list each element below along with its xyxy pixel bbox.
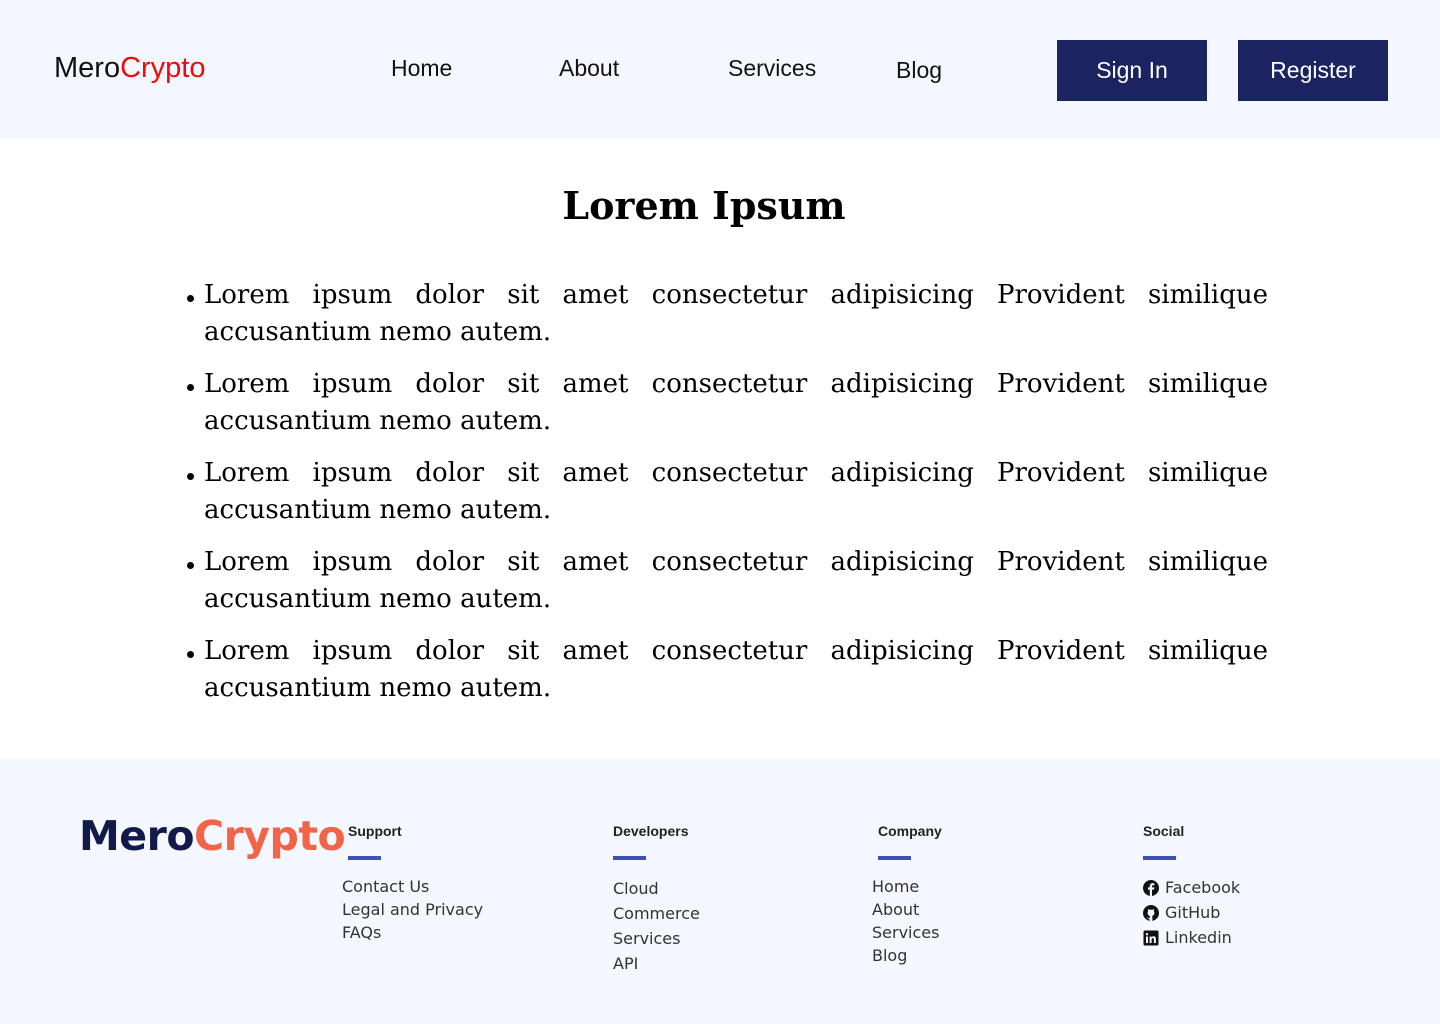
list-item: Lorem ipsum dolor sit amet consectetur a… — [185, 544, 1268, 618]
developers-links: Cloud Commerce Services API — [613, 876, 700, 976]
developers-heading: Developers — [613, 823, 689, 839]
footer-link-linkedin[interactable]: Linkedin — [1143, 925, 1240, 950]
facebook-icon — [1143, 879, 1159, 896]
company-heading: Company — [878, 823, 942, 839]
company-links: Home About Services Blog — [872, 875, 939, 967]
footer-logo-text-primary: Mero — [79, 812, 195, 860]
footer-link-services[interactable]: Services — [613, 926, 700, 951]
bullet-icon — [187, 651, 194, 658]
footer-link-faqs[interactable]: FAQs — [342, 921, 483, 944]
list-item-text: Lorem ipsum dolor sit amet consectetur a… — [204, 636, 1268, 703]
linkedin-icon — [1143, 930, 1159, 945]
nav-services-link[interactable]: Services — [728, 54, 816, 82]
list-item: Lorem ipsum dolor sit amet consectetur a… — [185, 455, 1268, 529]
github-label: GitHub — [1165, 903, 1221, 922]
bullet-icon — [187, 562, 194, 569]
list-item-text: Lorem ipsum dolor sit amet consectetur a… — [204, 280, 1268, 347]
linkedin-label: Linkedin — [1165, 928, 1232, 947]
nav-blog-link[interactable]: Blog — [896, 56, 942, 84]
list-item-text: Lorem ipsum dolor sit amet consectetur a… — [204, 547, 1268, 614]
content-list: Lorem ipsum dolor sit amet consectetur a… — [185, 277, 1268, 722]
footer-logo-text-accent: Crypto — [194, 812, 346, 860]
logo-text-accent: Crypto — [120, 52, 206, 84]
company-underline — [878, 856, 911, 860]
facebook-label: Facebook — [1165, 878, 1241, 897]
social-heading: Social — [1143, 823, 1185, 839]
footer-link-contact-us[interactable]: Contact Us — [342, 875, 483, 898]
footer-link-company-services[interactable]: Services — [872, 921, 939, 944]
footer-link-facebook[interactable]: Facebook — [1143, 875, 1240, 900]
list-item-text: Lorem ipsum dolor sit amet consectetur a… — [204, 458, 1268, 525]
nav-home-link[interactable]: Home — [391, 54, 452, 82]
social-underline — [1143, 856, 1176, 860]
footer-link-cloud[interactable]: Cloud — [613, 876, 700, 901]
footer-link-blog[interactable]: Blog — [872, 944, 939, 967]
site-footer: MeroCrypto Support Contact Us Legal and … — [0, 758, 1440, 1024]
list-item: Lorem ipsum dolor sit amet consectetur a… — [185, 366, 1268, 440]
footer-logo[interactable]: MeroCrypto — [79, 810, 346, 862]
register-button[interactable]: Register — [1238, 40, 1388, 101]
logo-text-primary: Mero — [54, 52, 121, 84]
github-icon — [1143, 904, 1159, 921]
sign-in-button[interactable]: Sign In — [1057, 40, 1207, 101]
page-title: Lorem Ipsum — [562, 183, 846, 228]
list-item-text: Lorem ipsum dolor sit amet consectetur a… — [204, 369, 1268, 436]
social-links: Facebook GitHub Linkedin — [1143, 875, 1240, 950]
footer-link-about[interactable]: About — [872, 898, 939, 921]
footer-link-github[interactable]: GitHub — [1143, 900, 1240, 925]
support-heading: Support — [348, 823, 402, 839]
footer-link-home[interactable]: Home — [872, 875, 939, 898]
footer-link-api[interactable]: API — [613, 951, 700, 976]
bullet-icon — [187, 384, 194, 391]
site-logo[interactable]: MeroCrypto — [54, 50, 206, 86]
nav-about-link[interactable]: About — [559, 54, 619, 82]
support-underline — [348, 856, 381, 860]
footer-link-legal-privacy[interactable]: Legal and Privacy — [342, 898, 483, 921]
footer-link-commerce[interactable]: Commerce — [613, 901, 700, 926]
list-item: Lorem ipsum dolor sit amet consectetur a… — [185, 277, 1268, 351]
support-links: Contact Us Legal and Privacy FAQs — [342, 875, 483, 944]
bullet-icon — [187, 295, 194, 302]
developers-underline — [613, 856, 646, 860]
site-header: MeroCrypto Home About Services Blog Sign… — [0, 0, 1440, 139]
bullet-icon — [187, 473, 194, 480]
list-item: Lorem ipsum dolor sit amet consectetur a… — [185, 633, 1268, 707]
